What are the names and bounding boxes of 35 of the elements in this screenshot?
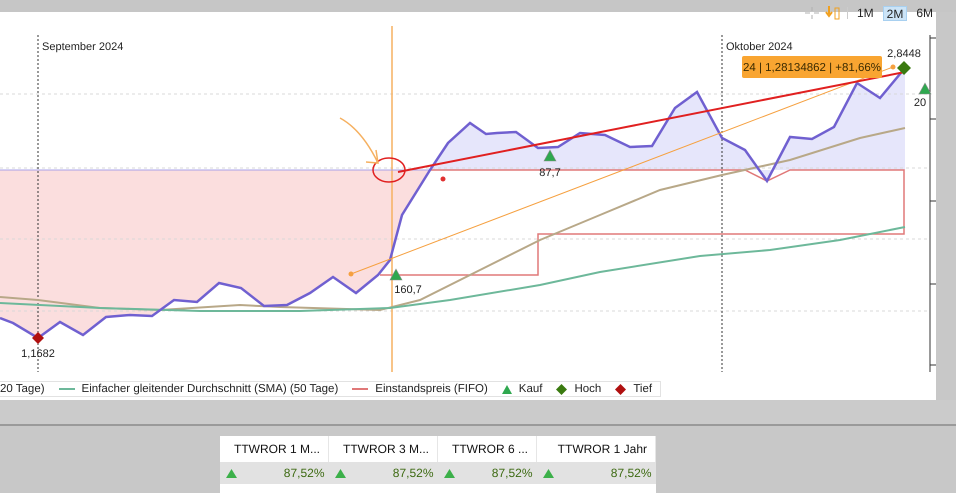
up-triangle-icon (226, 468, 237, 478)
hand-drawn-arrow (339, 117, 379, 164)
up-triangle-icon (542, 468, 554, 478)
point-label: 2,8448 (887, 48, 921, 60)
legend-label: Einfacher gleitender Durchschnitt (SMA) (50 Tage) (82, 383, 338, 395)
sort-icon[interactable] (824, 6, 841, 20)
table-cell: 87,52% (284, 466, 324, 480)
range-button[interactable]: 2M (882, 6, 908, 20)
legend-label: Einstandspreis (FIFO) (375, 383, 488, 395)
buy-marker (390, 268, 402, 280)
table-cell: 87,52% (392, 466, 434, 480)
point-label: 20 (914, 97, 926, 109)
point-label: 87,7 (539, 167, 561, 179)
range-button[interactable]: 1M (854, 6, 877, 20)
legend-label: Tief (633, 383, 652, 395)
point-dot (440, 176, 446, 182)
legend-label: Kauf (518, 383, 542, 395)
up-triangle-icon (334, 468, 346, 478)
point-label: 1,1682 (21, 348, 55, 360)
up-triangle-icon (444, 468, 454, 478)
buy-marker (918, 82, 932, 94)
legend-label: 20 Tage) (0, 383, 45, 395)
buy-marker (544, 149, 556, 162)
crosshair-icon[interactable] (804, 7, 819, 19)
high-marker (897, 61, 911, 75)
low-marker (32, 332, 44, 344)
point-label: 160,7 (394, 284, 422, 296)
table-cell: 87,52% (492, 466, 532, 480)
range-button[interactable]: 6M (913, 6, 936, 20)
legend-label: Hoch (574, 383, 602, 395)
hand-drawn-circle (372, 157, 406, 183)
month-label: September 2024 (42, 41, 124, 53)
value-tooltip: 24 | 1,28134862 | +81,66% (742, 56, 882, 78)
table-cell: 87,52% (610, 466, 652, 480)
month-label: Oktober 2024 (726, 41, 793, 53)
